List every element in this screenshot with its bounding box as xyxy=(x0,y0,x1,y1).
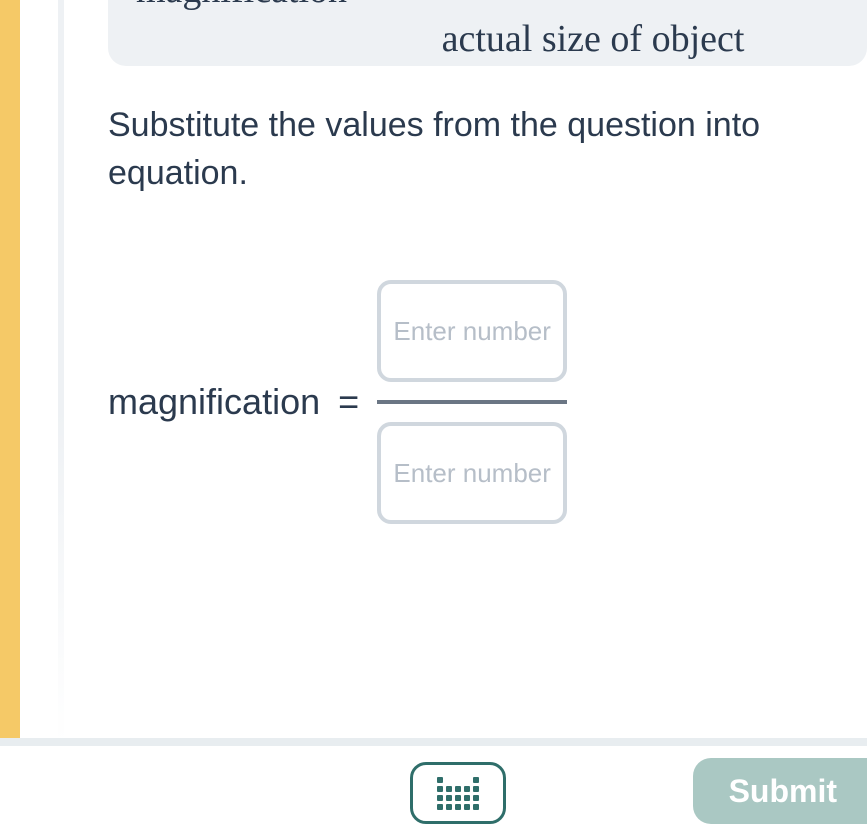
keypad-button[interactable] xyxy=(410,762,506,824)
equation-lhs: magnification xyxy=(108,381,320,423)
hint-rhs-denominator: actual size of object xyxy=(442,16,745,64)
fraction-line xyxy=(377,400,567,404)
submit-button[interactable]: Submit xyxy=(693,758,867,824)
vertical-rule xyxy=(58,0,64,744)
hint-box: magnification actual size of object xyxy=(108,0,867,66)
numerator-input[interactable] xyxy=(377,280,567,382)
submit-label: Submit xyxy=(729,773,837,810)
equation-row: magnification = xyxy=(108,280,567,524)
hint-rhs: actual size of object xyxy=(347,0,839,64)
hint-lhs: magnification xyxy=(136,0,347,14)
keypad-icon xyxy=(437,777,479,810)
bottom-divider xyxy=(0,738,867,746)
instruction-text: Substitute the values from the question … xyxy=(108,102,867,197)
denominator-input[interactable] xyxy=(377,422,567,524)
equals-sign: = xyxy=(338,381,359,423)
left-accent-bar xyxy=(0,0,20,744)
fraction xyxy=(377,280,567,524)
